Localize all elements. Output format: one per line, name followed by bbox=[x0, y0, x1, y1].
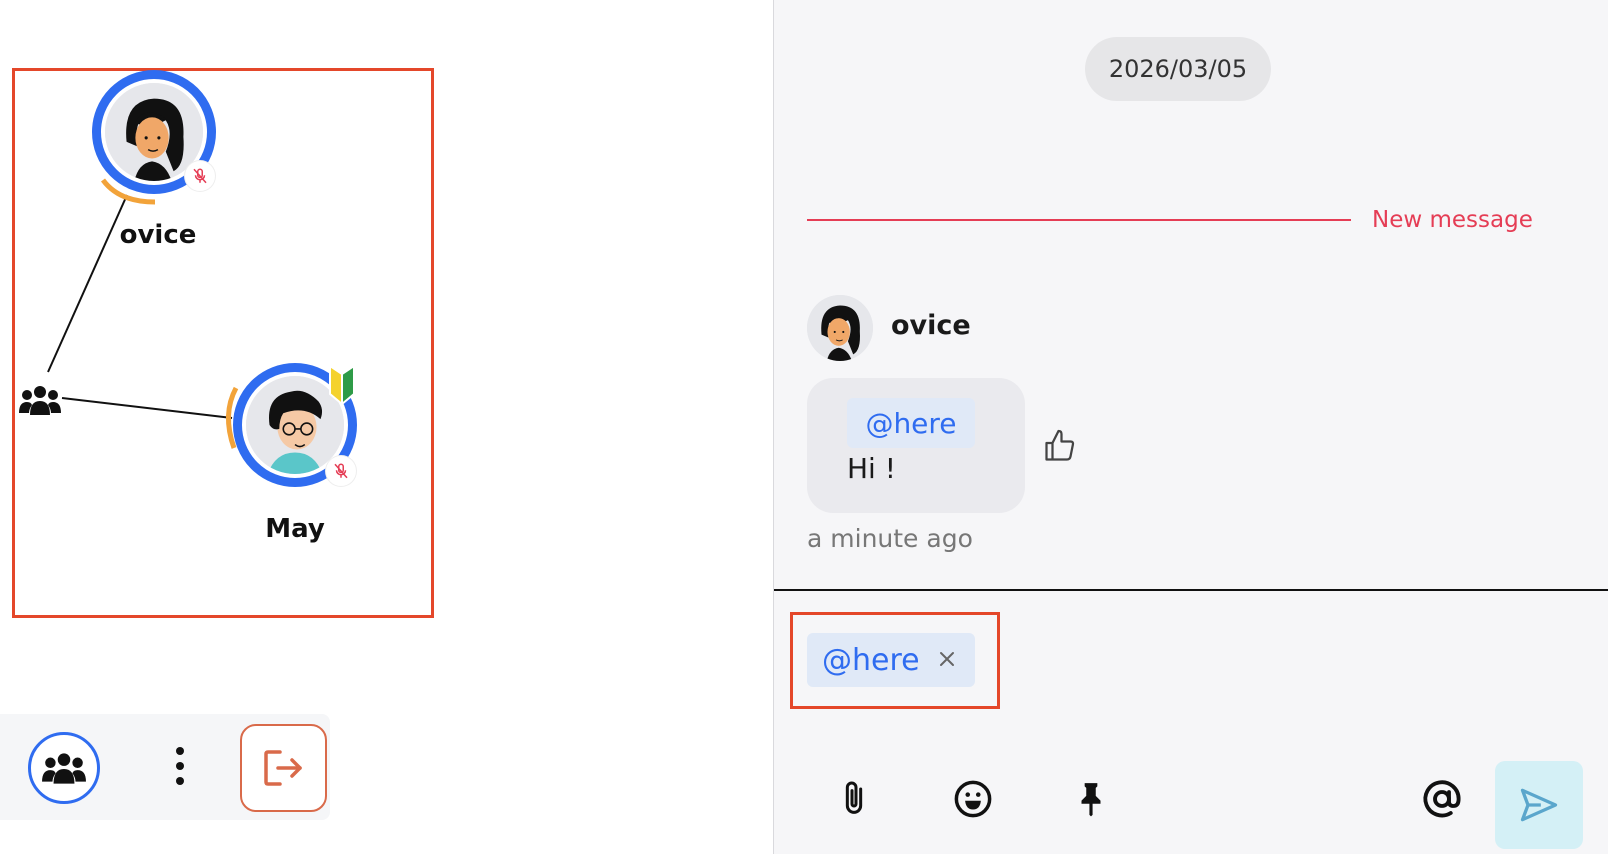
space-toolbar bbox=[0, 714, 330, 820]
volume-arc-may bbox=[226, 386, 239, 449]
send-button[interactable] bbox=[1495, 761, 1583, 849]
beginner-badge-icon bbox=[329, 364, 355, 406]
leave-button[interactable] bbox=[240, 724, 327, 812]
message-composer[interactable]: @here bbox=[774, 589, 1608, 854]
composer-mention-chip[interactable]: @here bbox=[807, 633, 975, 687]
more-button[interactable] bbox=[164, 736, 196, 796]
message-author[interactable]: ovice bbox=[891, 310, 971, 341]
message-timestamp: a minute ago bbox=[807, 524, 973, 553]
members-button[interactable] bbox=[28, 732, 100, 804]
woman-avatar-icon bbox=[807, 295, 873, 361]
new-message-divider bbox=[807, 219, 1351, 221]
message-mention-chip[interactable]: @here bbox=[847, 398, 975, 448]
close-icon[interactable] bbox=[933, 645, 961, 673]
mic-muted-icon bbox=[185, 161, 215, 191]
mention-button[interactable] bbox=[1417, 774, 1467, 824]
emoji-button[interactable] bbox=[948, 774, 998, 824]
members-icon bbox=[42, 753, 86, 784]
member-name-may: May bbox=[265, 514, 325, 544]
avatar[interactable] bbox=[807, 295, 873, 361]
attach-button[interactable] bbox=[829, 774, 879, 824]
chat-panel: 2026/03/05 New message ovice @here Hi ! … bbox=[773, 0, 1608, 854]
mic-muted-icon bbox=[326, 456, 356, 486]
pin-button[interactable] bbox=[1066, 774, 1116, 824]
date-separator: 2026/03/05 bbox=[1085, 37, 1271, 101]
pin-icon bbox=[1081, 783, 1101, 817]
leave-icon bbox=[263, 750, 302, 786]
message-text: Hi ! bbox=[847, 452, 896, 485]
paperclip-icon bbox=[845, 781, 863, 814]
member-name-ovice: ovice bbox=[119, 220, 197, 250]
message-bubble[interactable]: @here Hi ! bbox=[807, 378, 1025, 513]
volume-arc-ovice bbox=[100, 178, 156, 205]
emoji-icon bbox=[954, 780, 992, 818]
space-highlight-box bbox=[12, 68, 434, 618]
thumbs-up-icon[interactable] bbox=[1042, 428, 1078, 464]
space-canvas: ovice May bbox=[0, 0, 773, 854]
at-icon bbox=[1423, 780, 1461, 818]
group-icon[interactable] bbox=[18, 383, 62, 417]
new-message-label: New message bbox=[1372, 207, 1533, 233]
more-vertical-icon bbox=[176, 747, 184, 785]
composer-mention-label: @here bbox=[822, 642, 920, 678]
send-icon bbox=[1520, 788, 1558, 822]
